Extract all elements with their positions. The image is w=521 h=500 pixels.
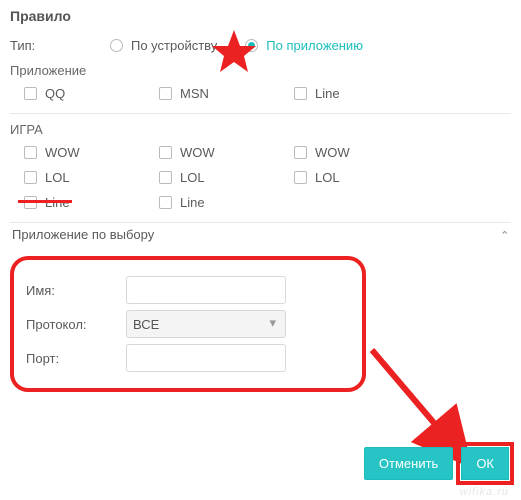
protocol-label: Протокол: [26, 317, 126, 332]
radio-by-device-label: По устройству [131, 38, 217, 53]
port-field[interactable] [126, 344, 286, 372]
type-label: Тип: [10, 38, 110, 53]
checkbox-lol[interactable] [159, 171, 172, 184]
checkbox-label: Line [315, 86, 340, 101]
port-label: Порт: [26, 351, 126, 366]
custom-app-label: Приложение по выбору [12, 227, 154, 242]
protocol-select[interactable]: ВСЕ [126, 310, 286, 338]
type-radio-group: По устройству По приложению [110, 38, 383, 53]
red-underline-icon [18, 200, 72, 203]
checkbox-label: LOL [180, 170, 205, 185]
checkbox-line[interactable] [159, 196, 172, 209]
cancel-button[interactable]: Отменить [364, 447, 453, 480]
radio-by-app[interactable] [245, 39, 258, 52]
checkbox-wow[interactable] [294, 146, 307, 159]
radio-by-device[interactable] [110, 39, 123, 52]
checkbox-label: WOW [315, 145, 350, 160]
checkbox-line[interactable] [294, 87, 307, 100]
checkbox-label: MSN [180, 86, 209, 101]
custom-app-header[interactable]: Приложение по выбору ⌄ [10, 222, 511, 252]
checkbox-msn[interactable] [159, 87, 172, 100]
checkbox-label: QQ [45, 86, 65, 101]
watermark: wifika.ru [460, 486, 509, 498]
checkbox-label: WOW [180, 145, 215, 160]
game-section-label: ИГРА [10, 113, 511, 137]
checkbox-label: LOL [315, 170, 340, 185]
checkbox-label: Line [180, 195, 205, 210]
custom-app-form: Имя: Протокол: ВСЕ Порт: [10, 256, 366, 392]
checkbox-label: WOW [45, 145, 80, 160]
checkbox-label: LOL [45, 170, 70, 185]
checkbox-lol[interactable] [294, 171, 307, 184]
checkbox-wow[interactable] [24, 146, 37, 159]
app-section-label: Приложение [10, 63, 511, 78]
game-checkbox-grid: WOW WOW WOW LOL LOL LOL Line Line [10, 145, 511, 210]
checkbox-wow[interactable] [159, 146, 172, 159]
app-checkbox-grid: QQ MSN Line [10, 86, 511, 101]
chevron-down-icon: ⌄ [500, 228, 509, 241]
checkbox-lol[interactable] [24, 171, 37, 184]
ok-button[interactable]: ОК [461, 447, 509, 480]
checkbox-qq[interactable] [24, 87, 37, 100]
name-label: Имя: [26, 283, 126, 298]
page-title: Правило [10, 8, 511, 24]
name-field[interactable] [126, 276, 286, 304]
radio-by-app-label: По приложению [266, 38, 363, 53]
